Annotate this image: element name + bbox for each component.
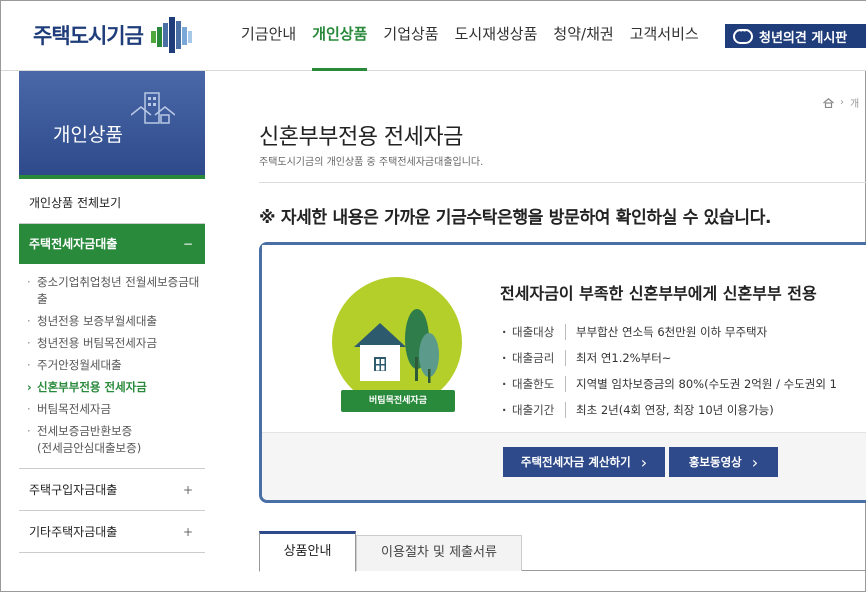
spec-row: 대출대상 부부합산 연소득 6천만원 이하 무주택자 bbox=[500, 319, 837, 345]
collapse-icon[interactable]: − bbox=[183, 224, 193, 264]
sidebar-all-products-link[interactable]: 개인상품 전체보기 bbox=[19, 179, 205, 224]
sidebar-item-sme-youth-loan[interactable]: 중소기업취업청년 전월세보증금대출 bbox=[27, 274, 205, 308]
spec-value: 최초 2년(4회 연장, 최장 10년 이용가능) bbox=[576, 403, 774, 417]
spec-value: 지역별 임차보증금의 80%(수도권 2억원 / 수도권외 1 bbox=[576, 377, 837, 391]
nav-item-fund-info[interactable]: 기금안내 bbox=[241, 1, 296, 71]
breadcrumb: › 개 bbox=[823, 95, 859, 110]
spec-row: 대출기간 최초 2년(4회 연장, 최장 10년 이용가능) bbox=[500, 397, 837, 423]
tab-product-info[interactable]: 상품안내 bbox=[259, 531, 356, 572]
spec-key: 대출대상 bbox=[500, 324, 566, 340]
spec-value: 부부합산 연소득 6천만원 이하 무주택자 bbox=[576, 325, 768, 339]
product-action-bar: 주택전세자금 계산하기 › 홍보동영상 › bbox=[262, 432, 866, 500]
spec-key: 대출한도 bbox=[500, 376, 566, 392]
youth-opinion-board-button[interactable]: 청년의견 게시판 bbox=[725, 24, 866, 48]
expand-icon[interactable]: + bbox=[183, 511, 193, 553]
sidebar: 개인상품 개인상품 전체보기 주택전세자금대출 − 중소기업취업청년 전월세보증… bbox=[19, 71, 205, 553]
jeonse-calculator-button[interactable]: 주택전세자금 계산하기 › bbox=[503, 447, 665, 477]
global-nav: 기금안내 개인상품 기업상품 도시재생상품 청약/채권 고객서비스 bbox=[241, 1, 715, 71]
page-title: 신혼부부전용 전세자금 bbox=[259, 125, 463, 150]
product-badge-label: 버팀목전세자금 bbox=[341, 390, 455, 412]
sidebar-category-jeonse-loan[interactable]: 주택전세자금대출 − bbox=[19, 224, 205, 264]
spec-key: 대출기간 bbox=[500, 402, 566, 418]
product-badge-illustration bbox=[332, 277, 462, 407]
notice-text: ※ 자세한 내용은 가까운 기금수탁은행을 방문하여 확인하실 수 있습니다. bbox=[259, 208, 772, 228]
sidebar-submenu: 중소기업취업청년 전월세보증금대출 청년전용 보증부월세대출 청년전용 버팀목전… bbox=[19, 264, 205, 469]
page-description: 주택도시기금의 개인상품 중 주택전세자금대출입니다. bbox=[259, 157, 484, 168]
board-button-label: 청년의견 게시판 bbox=[759, 30, 848, 46]
sidebar-banner: 개인상품 bbox=[19, 71, 205, 179]
breadcrumb-item[interactable]: 개 bbox=[850, 95, 859, 110]
spec-row: 대출한도 지역별 임차보증금의 80%(수도권 2억원 / 수도권외 1 bbox=[500, 371, 837, 397]
promo-video-button[interactable]: 홍보동영상 › bbox=[669, 447, 778, 477]
sidebar-item-youth-beotimmok[interactable]: 청년전용 버팀목전세자금 bbox=[27, 335, 205, 352]
site-logo[interactable]: 주택도시기금 bbox=[33, 17, 193, 53]
site-header: 주택도시기금 기금안내 개인상품 기업상품 도시재생상품 청약/채권 고객서비스… bbox=[1, 1, 866, 71]
nav-item-subscription-bonds[interactable]: 청약/채권 bbox=[553, 1, 613, 71]
sidebar-category-other-housing[interactable]: 기타주택자금대출 + bbox=[19, 511, 205, 553]
building-icon bbox=[131, 92, 175, 124]
sidebar-category-label: 주택구입자금대출 bbox=[29, 483, 118, 497]
sidebar-item-deposit-guarantee[interactable]: 전세보증금반환보증 (전세금안심대출보증) bbox=[27, 423, 205, 457]
logo-bars-icon bbox=[150, 17, 192, 53]
chevron-right-icon: › bbox=[640, 452, 648, 472]
tab-procedure-documents[interactable]: 이용절차 및 제출서류 bbox=[356, 535, 522, 571]
nav-item-customer-service[interactable]: 고객서비스 bbox=[630, 1, 699, 71]
promo-video-button-label: 홍보동영상 bbox=[688, 455, 742, 469]
title-divider bbox=[259, 182, 866, 183]
nav-item-urban-regeneration[interactable]: 도시재생상품 bbox=[455, 1, 538, 71]
expand-icon[interactable]: + bbox=[183, 469, 193, 511]
sidebar-category-label: 주택전세자금대출 bbox=[29, 237, 118, 251]
calculator-button-label: 주택전세자금 계산하기 bbox=[520, 455, 631, 469]
sidebar-item-youth-monthly-rent[interactable]: 청년전용 보증부월세대출 bbox=[27, 313, 205, 330]
spec-row: 대출금리 최저 연1.2%부터~ bbox=[500, 345, 837, 371]
nav-item-personal-products[interactable]: 개인상품 bbox=[312, 1, 368, 71]
home-icon[interactable] bbox=[823, 97, 834, 108]
spec-value: 최저 연1.2%부터~ bbox=[576, 351, 672, 365]
sidebar-banner-title: 개인상품 bbox=[53, 124, 123, 146]
chat-bubble-icon bbox=[733, 24, 753, 44]
product-summary-box: 버팀목전세자금 전세자금이 부족한 신혼부부에게 신혼부부 전용 대출대상 부부… bbox=[259, 242, 866, 503]
product-headline: 전세자금이 부족한 신혼부부에게 신혼부부 전용 bbox=[500, 284, 817, 303]
content-tabs: 상품안내 이용절차 및 제출서류 bbox=[259, 531, 866, 572]
sidebar-item-newlywed-jeonse[interactable]: 신혼부부전용 전세자금 bbox=[27, 379, 205, 396]
sidebar-item-beotimmok[interactable]: 버팀목전세자금 bbox=[27, 401, 205, 418]
sidebar-category-label: 기타주택자금대출 bbox=[29, 525, 118, 539]
house-trees-icon bbox=[354, 309, 439, 383]
spec-key: 대출금리 bbox=[500, 350, 566, 366]
sidebar-category-home-purchase[interactable]: 주택구입자금대출 + bbox=[19, 469, 205, 511]
product-summary-body: 버팀목전세자금 전세자금이 부족한 신혼부부에게 신혼부부 전용 대출대상 부부… bbox=[262, 245, 866, 432]
logo-text: 주택도시기금 bbox=[33, 24, 144, 48]
sidebar-item-housing-rent[interactable]: 주거안정월세대출 bbox=[27, 357, 205, 374]
breadcrumb-separator-icon: › bbox=[840, 97, 844, 108]
chevron-right-icon: › bbox=[751, 452, 759, 472]
nav-item-corporate-products[interactable]: 기업상품 bbox=[383, 1, 438, 71]
product-spec-list: 대출대상 부부합산 연소득 6천만원 이하 무주택자 대출금리 최저 연1.2%… bbox=[500, 319, 837, 423]
